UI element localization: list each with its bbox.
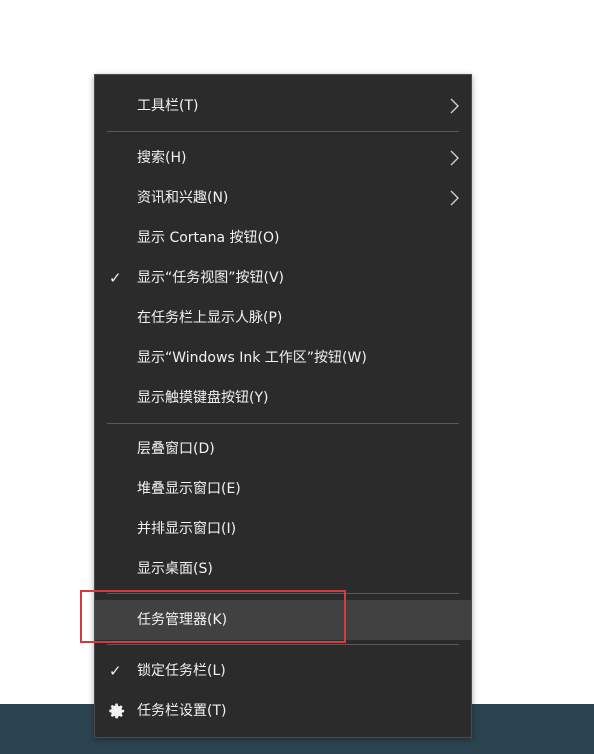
gear-icon	[109, 703, 125, 719]
menu-item-toolbars[interactable]: 工具栏(T)	[95, 86, 471, 126]
menu-item-label: 显示桌面(S)	[137, 561, 213, 577]
menu-separator	[107, 131, 459, 132]
chevron-right-icon	[450, 98, 459, 114]
menu-item-label: 工具栏(T)	[137, 98, 199, 114]
menu-separator	[107, 644, 459, 645]
checkmark-icon: ✓	[109, 269, 122, 287]
menu-item-label: 任务栏设置(T)	[137, 703, 227, 719]
menu-item-label: 显示“任务视图”按钮(V)	[137, 270, 285, 286]
menu-item-label: 搜索(H)	[137, 150, 187, 166]
menu-item-show-touch-keyboard-button[interactable]: 显示触摸键盘按钮(Y)	[95, 378, 471, 418]
menu-item-label: 显示触摸键盘按钮(Y)	[137, 390, 269, 406]
menu-item-lock-taskbar[interactable]: ✓ 锁定任务栏(L)	[95, 651, 471, 691]
menu-item-stack-windows[interactable]: 堆叠显示窗口(E)	[95, 469, 471, 509]
menu-item-label: 锁定任务栏(L)	[137, 663, 226, 679]
taskbar-context-menu: 工具栏(T) 搜索(H) 资讯和兴趣(N) 显示 Cortana 按钮(O) ✓…	[94, 74, 472, 738]
menu-item-label: 堆叠显示窗口(E)	[137, 481, 241, 497]
menu-item-label: 在任务栏上显示人脉(P)	[137, 310, 283, 326]
menu-item-cascade-windows[interactable]: 层叠窗口(D)	[95, 429, 471, 469]
menu-item-task-manager[interactable]: 任务管理器(K)	[95, 600, 471, 640]
menu-item-label: 层叠窗口(D)	[137, 441, 215, 457]
menu-item-side-by-side-windows[interactable]: 并排显示窗口(I)	[95, 509, 471, 549]
menu-item-label: 显示 Cortana 按钮(O)	[137, 230, 280, 246]
menu-item-taskbar-settings[interactable]: 任务栏设置(T)	[95, 691, 471, 731]
menu-separator	[107, 593, 459, 594]
menu-item-label: 资讯和兴趣(N)	[137, 190, 229, 206]
menu-item-label: 任务管理器(K)	[137, 612, 228, 628]
menu-separator	[107, 423, 459, 424]
menu-item-show-desktop[interactable]: 显示桌面(S)	[95, 549, 471, 589]
menu-item-show-people[interactable]: 在任务栏上显示人脉(P)	[95, 298, 471, 338]
chevron-right-icon	[450, 190, 459, 206]
menu-item-show-cortana-button[interactable]: 显示 Cortana 按钮(O)	[95, 218, 471, 258]
checkmark-icon: ✓	[109, 662, 122, 680]
menu-item-show-task-view-button[interactable]: ✓ 显示“任务视图”按钮(V)	[95, 258, 471, 298]
menu-item-label: 并排显示窗口(I)	[137, 521, 237, 537]
menu-item-label: 显示“Windows Ink 工作区”按钮(W)	[137, 350, 367, 366]
menu-item-search[interactable]: 搜索(H)	[95, 138, 471, 178]
menu-item-news-and-interests[interactable]: 资讯和兴趣(N)	[95, 178, 471, 218]
chevron-right-icon	[450, 150, 459, 166]
menu-item-show-windows-ink-button[interactable]: 显示“Windows Ink 工作区”按钮(W)	[95, 338, 471, 378]
